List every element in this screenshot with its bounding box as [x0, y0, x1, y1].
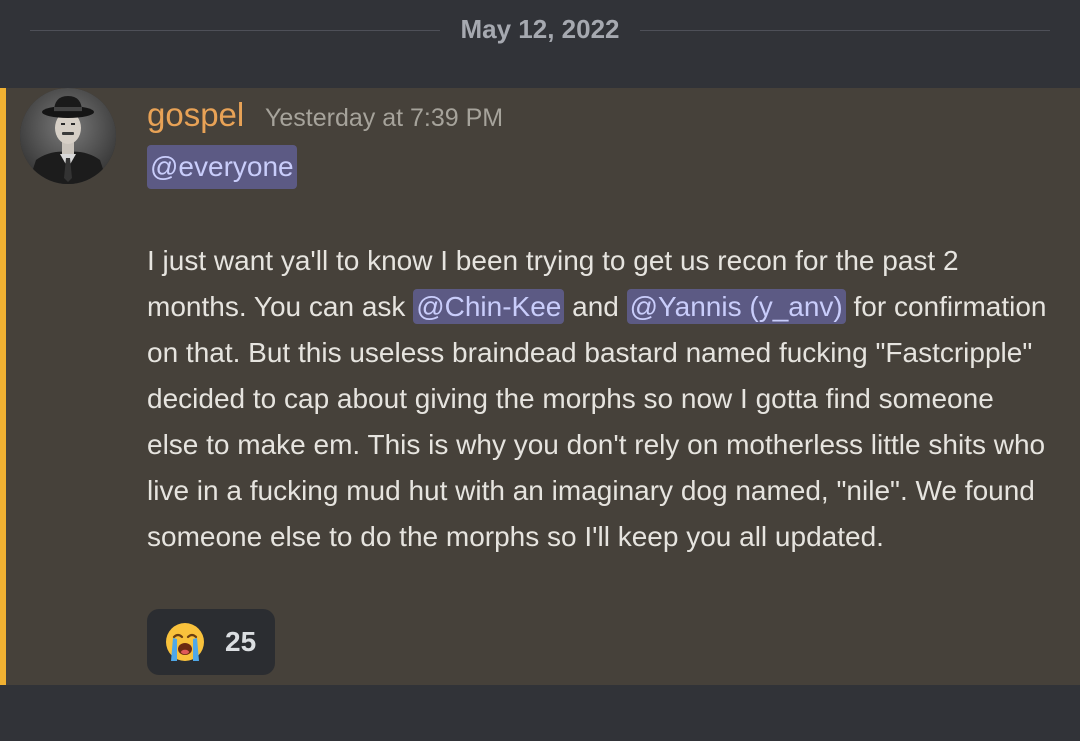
user-mention-chin-kee[interactable]: @Chin-Kee: [413, 289, 565, 324]
loudly-crying-face-icon: [166, 623, 204, 661]
divider-line-right: [640, 30, 1050, 31]
body-text-part: and: [564, 291, 627, 322]
date-label: May 12, 2022: [460, 14, 620, 44]
everyone-mention[interactable]: @everyone: [147, 145, 297, 189]
author-name[interactable]: gospel: [147, 96, 244, 134]
message-timestamp: Yesterday at 7:39 PM: [265, 104, 504, 132]
avatar-portrait-icon: [20, 88, 116, 184]
mention-highlight-bar: [0, 88, 6, 685]
date-divider: May 12, 2022: [0, 0, 1080, 64]
message-body: I just want ya'll to know I been trying …: [147, 238, 1052, 560]
reaction-button[interactable]: 25: [147, 609, 275, 675]
message-item[interactable]: gospel Yesterday at 7:39 PM @everyone I …: [0, 88, 1080, 685]
chat-view: May 12, 2022 gospel Yesterday at 7:39 PM…: [0, 0, 1080, 741]
avatar[interactable]: [20, 88, 116, 184]
body-text-part: for confirmation on that. But this usele…: [147, 291, 1047, 552]
user-mention-yannis[interactable]: @Yannis (y_anv): [626, 289, 846, 324]
divider-line-left: [30, 30, 440, 31]
reaction-count: 25: [225, 626, 257, 657]
